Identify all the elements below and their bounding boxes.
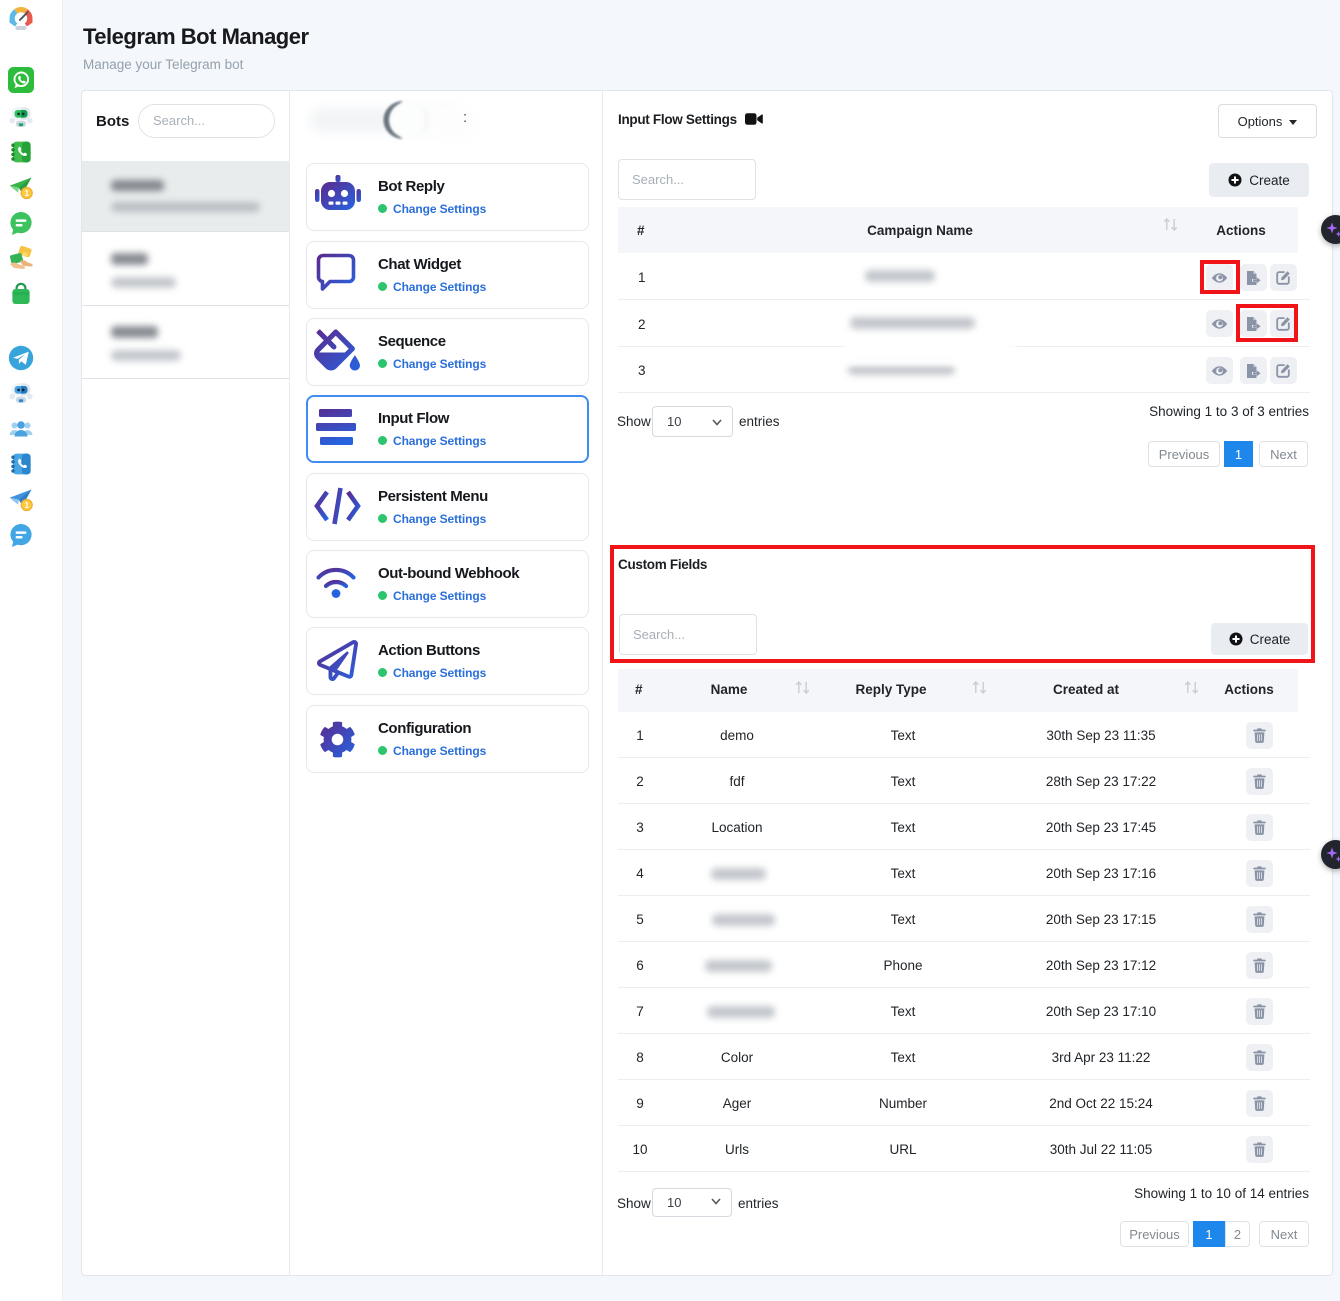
svg-text:1: 1 [24, 188, 29, 198]
svg-text:1: 1 [24, 500, 29, 510]
